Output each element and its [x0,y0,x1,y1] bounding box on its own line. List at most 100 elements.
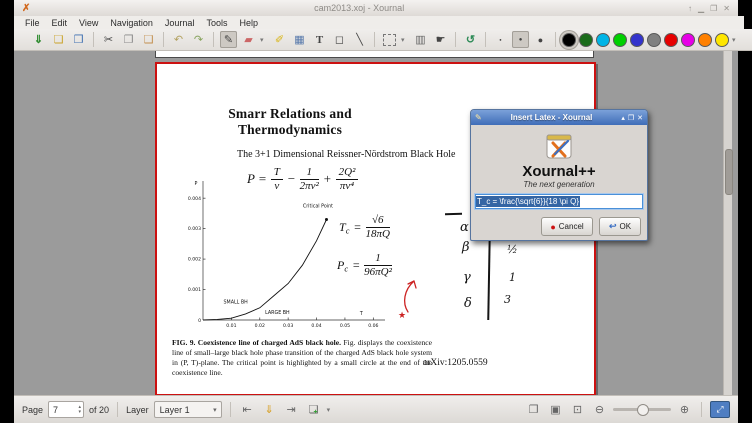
pen-medium-button[interactable]: ● [512,31,529,48]
shape-recognizer-button[interactable]: ◻ [331,31,348,48]
open-folder-icon: ❒ [74,33,84,46]
new-button[interactable]: ❏ [50,31,67,48]
svg-text:0.003: 0.003 [188,226,201,232]
first-page-button[interactable]: ⇤ [239,401,256,418]
scrollbar-thumb[interactable] [725,149,733,195]
presentation-mode-button[interactable]: ▣ [547,401,564,418]
undo-button[interactable]: ↶ [170,31,187,48]
color-magenta-swatch[interactable] [681,33,695,47]
add-page-button[interactable]: ❏+ [305,401,322,418]
zoom-fit-button[interactable]: ⊡ [569,401,586,418]
rollup-icon[interactable]: ↑ [688,4,692,13]
xournal-window: ✗ cam2013.xoj - Xournal ↑ ▁ ❐ ✕ File Edi… [14,0,738,423]
handwritten-delta: δ [464,296,472,311]
shape-recognizer-icon: ◻ [335,33,344,46]
zoom-in-button[interactable]: ⊕ [676,401,693,418]
cancel-button[interactable]: ● Cancel [541,217,593,236]
thick-dot-icon: ● [538,35,543,45]
menu-view[interactable]: View [74,17,103,29]
text-tool-button[interactable]: T [311,31,328,48]
hand-icon: ☛ [436,33,446,46]
toolbar-separator [93,32,94,47]
svg-text:P: P [195,181,198,187]
page-spinner[interactable]: 7 ▴▾ [48,401,84,418]
menu-file[interactable]: File [20,17,45,29]
last-page-button[interactable]: ⇥ [283,401,300,418]
default-tool-button[interactable]: ↺ [462,31,479,48]
open-button[interactable]: ❒ [70,31,87,48]
eraser-dropdown-arrow[interactable]: ▾ [260,36,268,44]
page-count-label: of 20 [89,405,109,415]
page-label: Page [22,405,43,415]
statusbar-separator [701,402,702,417]
cut-button[interactable]: ✂ [100,31,117,48]
pen-tool-button[interactable]: ✎ [220,31,237,48]
maximize-icon[interactable]: ❐ [710,4,717,13]
color-green-swatch[interactable] [613,33,627,47]
hand-tool-button[interactable]: ☛ [432,31,449,48]
image-icon: ▦ [294,33,304,46]
zoom-out-button[interactable]: ⊖ [591,401,608,418]
vertical-space-button[interactable]: ▥ [412,31,429,48]
selection-dropdown-arrow[interactable]: ▾ [401,36,409,44]
zoom-slider[interactable] [613,408,671,411]
svg-text:0: 0 [198,318,201,324]
pen-fine-button[interactable]: ● [492,31,509,48]
dialog-pin-icon[interactable]: ▴ [621,114,625,122]
color-gray-swatch[interactable] [647,33,661,47]
color-red-swatch[interactable] [664,33,678,47]
menu-tools[interactable]: Tools [201,17,232,29]
redo-icon: ↷ [194,33,203,46]
zoom-slider-knob[interactable] [637,404,649,416]
layer-combobox[interactable]: Layer 1 ▾ [154,401,222,418]
ruler-line-button[interactable]: ╲ [351,31,368,48]
ok-button[interactable]: ↩ OK [599,217,641,236]
handwritten-alpha: α [460,220,469,235]
highlighter-tool-button[interactable]: ✐ [271,31,288,48]
fullscreen-button[interactable]: ⤢ [710,401,730,418]
dialog-close-icon[interactable]: ✕ [637,114,643,122]
color-dropdown-arrow[interactable]: ▾ [732,36,740,44]
copy-button[interactable]: ❐ [120,31,137,48]
equation-critical-temperature: Tc = √618πQ [339,214,390,240]
redo-button[interactable]: ↷ [190,31,207,48]
save-button[interactable]: ⇓ [30,31,47,48]
menu-edit[interactable]: Edit [47,17,73,29]
pen-thick-button[interactable]: ● [532,31,549,48]
color-blue-swatch[interactable] [630,33,644,47]
color-orange-swatch[interactable] [698,33,712,47]
svg-text:0.001: 0.001 [188,287,201,293]
add-page-dropdown-arrow[interactable]: ▾ [327,406,335,414]
close-icon[interactable]: ✕ [723,4,730,13]
menu-navigation[interactable]: Navigation [105,17,158,29]
minimize-icon[interactable]: ▁ [698,4,704,13]
text-tool-icon: T [316,34,323,46]
image-tool-button[interactable]: ▦ [291,31,308,48]
color-yellow-swatch[interactable] [715,33,729,47]
color-cyan-swatch[interactable] [596,33,610,47]
paired-pages-button[interactable]: ❐ [525,401,542,418]
spin-down-icon[interactable]: ▾ [79,410,82,415]
new-page-icon: ❏ [54,33,64,46]
medium-dot-icon: ● [519,37,523,43]
dialog-titlebar[interactable]: ✎ Insert Latex - Xournal ▴ ❐ ✕ [471,110,647,125]
toolbar-separator [485,32,486,47]
color-darkgreen-swatch[interactable] [579,33,593,47]
scissors-icon: ✂ [104,33,113,46]
pen-icon: ✎ [224,33,233,46]
paste-button[interactable]: ❑ [140,31,157,48]
latex-input[interactable]: T_c = \frac{\sqrt{6}}{18 \pi Q} [475,194,643,209]
menu-journal[interactable]: Journal [160,17,200,29]
color-black-swatch[interactable] [562,33,576,47]
vertical-scrollbar[interactable] [723,51,732,395]
layer-label: Layer [126,405,149,415]
save-icon: ⇓ [34,33,43,46]
svg-text:SMALL BH: SMALL BH [224,299,249,305]
handwritten-one: 1 [509,271,516,284]
menu-help[interactable]: Help [234,17,263,29]
next-annotated-page-button[interactable]: ⇓ [261,401,278,418]
eraser-tool-button[interactable]: ▰ [240,31,257,48]
select-rectangle-button[interactable] [381,31,398,48]
dialog-maximize-icon[interactable]: ❐ [628,114,634,122]
xournalpp-tagline: The next generation [471,180,647,189]
